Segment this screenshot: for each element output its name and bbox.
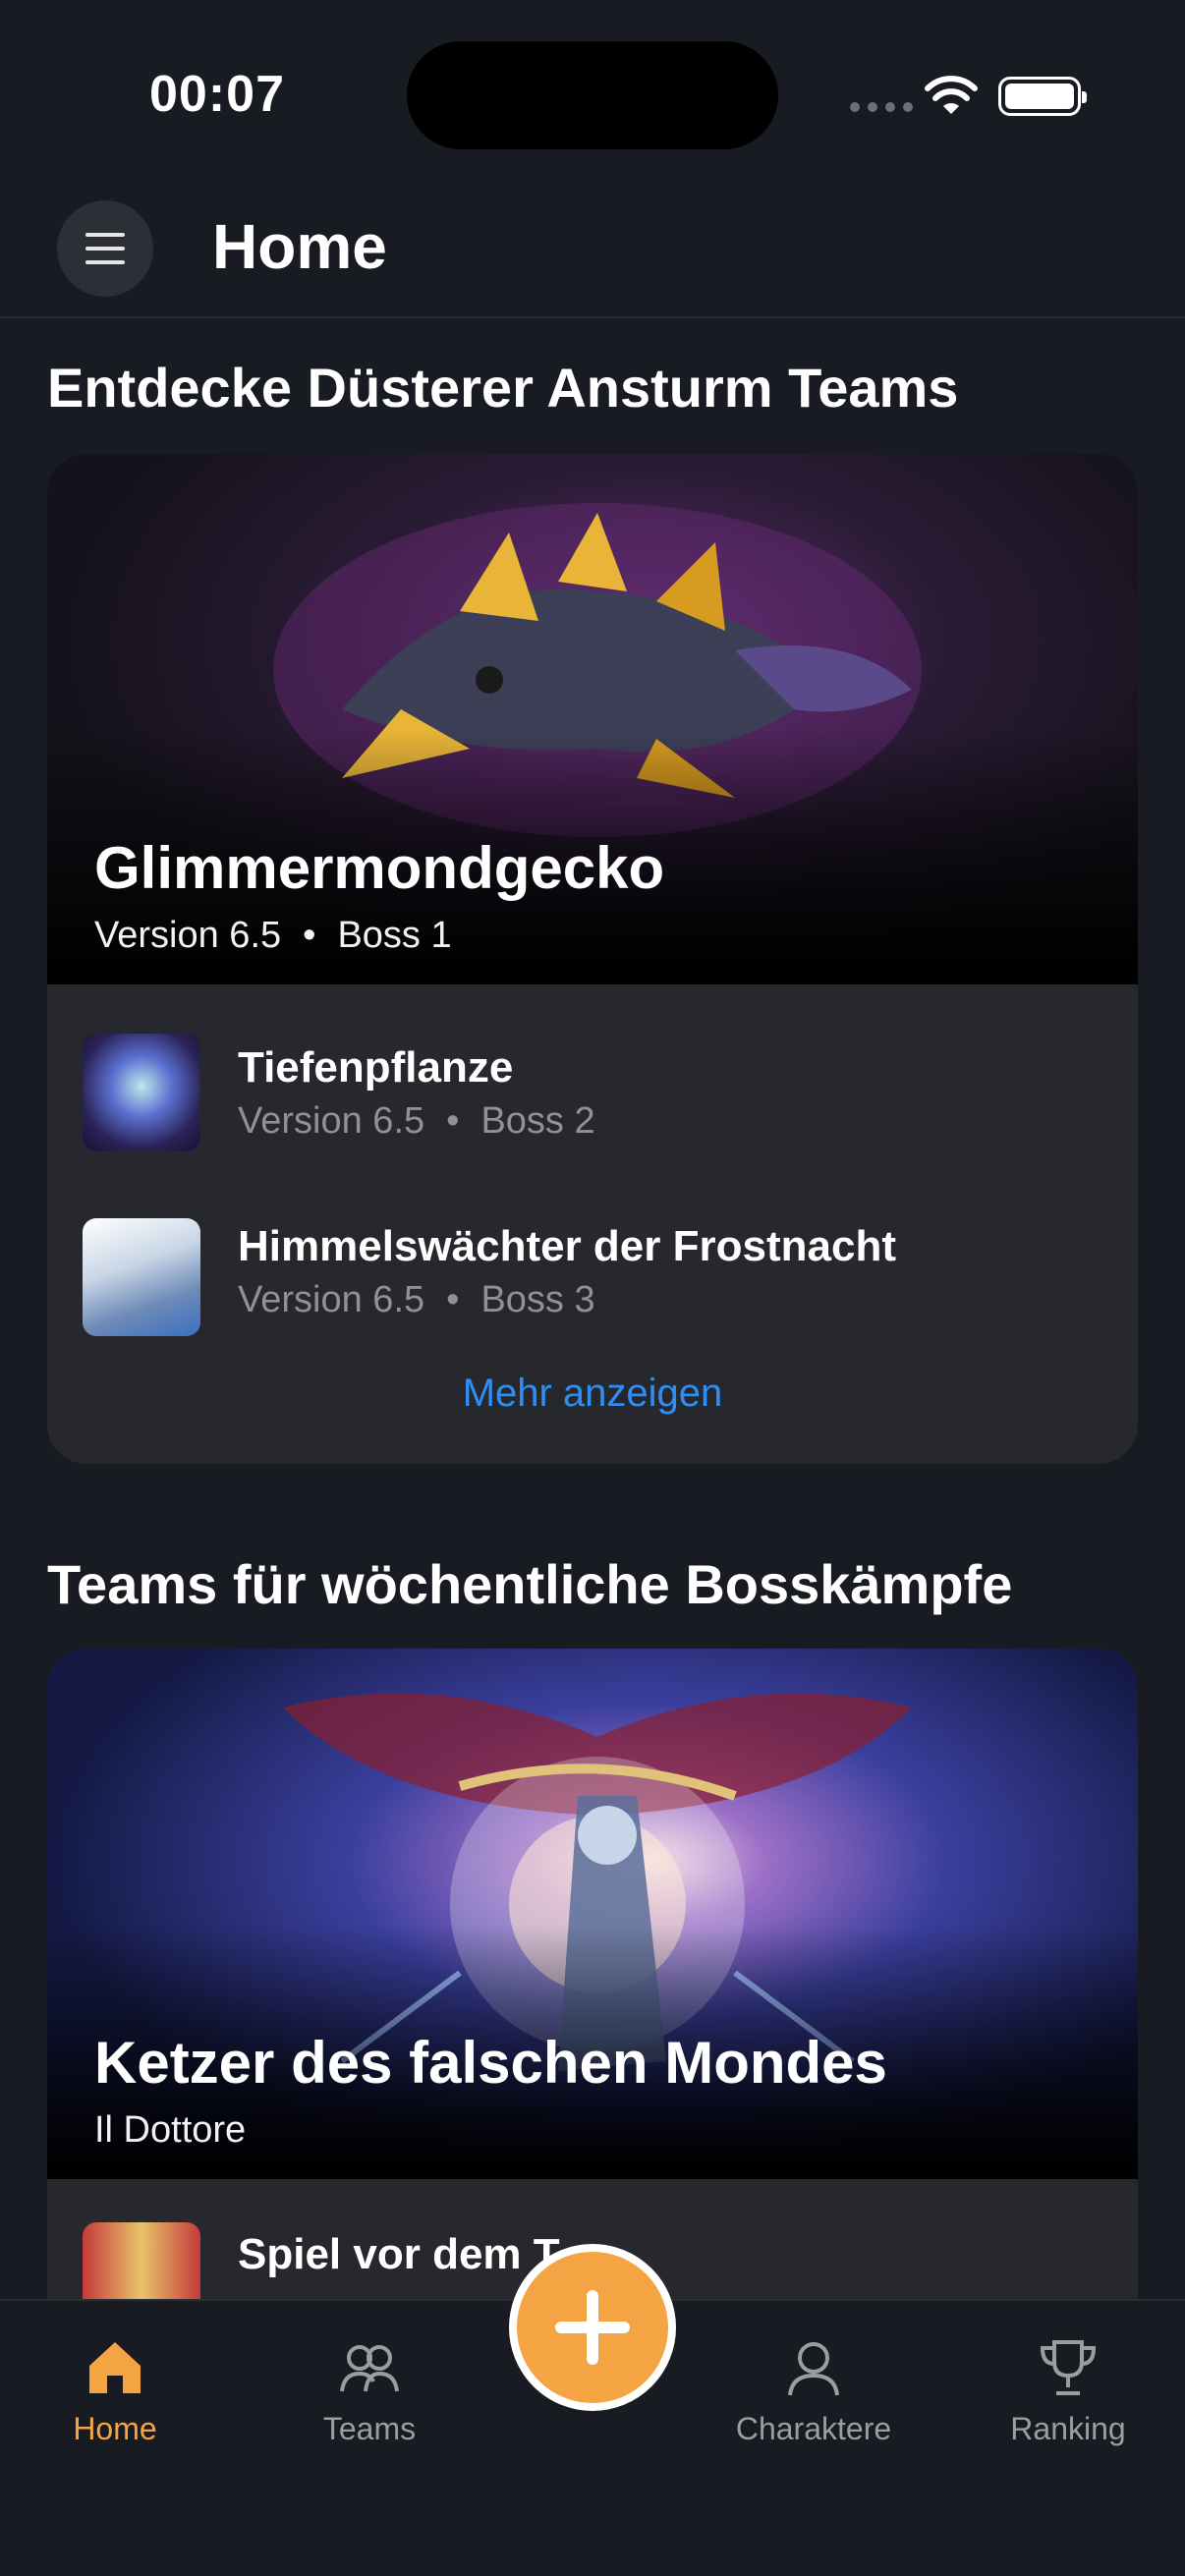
frostnacht-thumbnail	[83, 1218, 200, 1336]
section-title-weekly-bosses: Teams für wöchentliche Bosskämpfe	[47, 1553, 1013, 1615]
hero-title: Glimmermondgecko	[94, 835, 665, 901]
list-item-boss-3[interactable]: Himmelswächter der Frostnacht Version 6.…	[47, 1173, 1138, 1350]
hero-weekly-boss[interactable]: Ketzer des falschen Mondes Il Dottore	[47, 1649, 1138, 2179]
hero-subtitle: Il Dottore	[94, 2109, 247, 2151]
nav-home[interactable]: Home	[7, 2336, 223, 2447]
hamburger-icon	[85, 233, 125, 237]
person-icon	[788, 2342, 839, 2396]
nav-ranking[interactable]: Ranking	[960, 2336, 1176, 2447]
hero-title: Ketzer des falschen Mondes	[94, 2030, 887, 2096]
wifi-icon	[925, 76, 978, 114]
nav-teams[interactable]: Teams	[261, 2336, 478, 2447]
status-bar: 00:07	[0, 0, 1185, 187]
page-title: Home	[212, 211, 387, 282]
cellular-signal-icon	[850, 102, 913, 112]
hero-subtitle: Version 6.5 • Boss 1	[94, 915, 452, 956]
menu-button[interactable]	[57, 200, 153, 297]
item-subtitle: Version 6.5 • Boss 3	[238, 1279, 595, 1320]
teams-icon	[340, 2345, 399, 2392]
item-title: Tiefenpflanze	[238, 1043, 514, 1092]
item-title: Spiel vor dem T	[238, 2230, 560, 2278]
show-more-link[interactable]: Mehr anzeigen	[47, 1372, 1138, 1416]
plus-icon	[555, 2290, 630, 2365]
section-title-onslaught: Entdecke Düsterer Ansturm Teams	[47, 357, 959, 419]
onslaught-card: Glimmermondgecko Version 6.5 • Boss 1 Tief…	[47, 454, 1138, 1464]
app-header: Home	[0, 187, 1185, 318]
battery-icon	[998, 77, 1087, 116]
trophy-icon	[1040, 2340, 1097, 2395]
weekly-boss-card: Ketzer des falschen Mondes Il Dottore Sp…	[47, 1649, 1138, 2336]
dynamic-island	[407, 41, 778, 149]
tiefenpflanze-thumbnail	[83, 1034, 200, 1151]
item-subtitle: Version 6.5 • Boss 2	[238, 1100, 595, 1142]
nav-characters[interactable]: Charaktere	[705, 2336, 922, 2447]
item-title: Himmelswächter der Frostnacht	[238, 1222, 896, 1270]
list-item-boss-2[interactable]: Tiefenpflanze Version 6.5 • Boss 2	[47, 996, 1138, 1173]
home-icon	[89, 2342, 141, 2393]
hero-boss-1[interactable]: Glimmermondgecko Version 6.5 • Boss 1	[47, 454, 1138, 984]
add-team-button[interactable]	[509, 2244, 676, 2411]
status-time: 00:07	[149, 66, 285, 123]
